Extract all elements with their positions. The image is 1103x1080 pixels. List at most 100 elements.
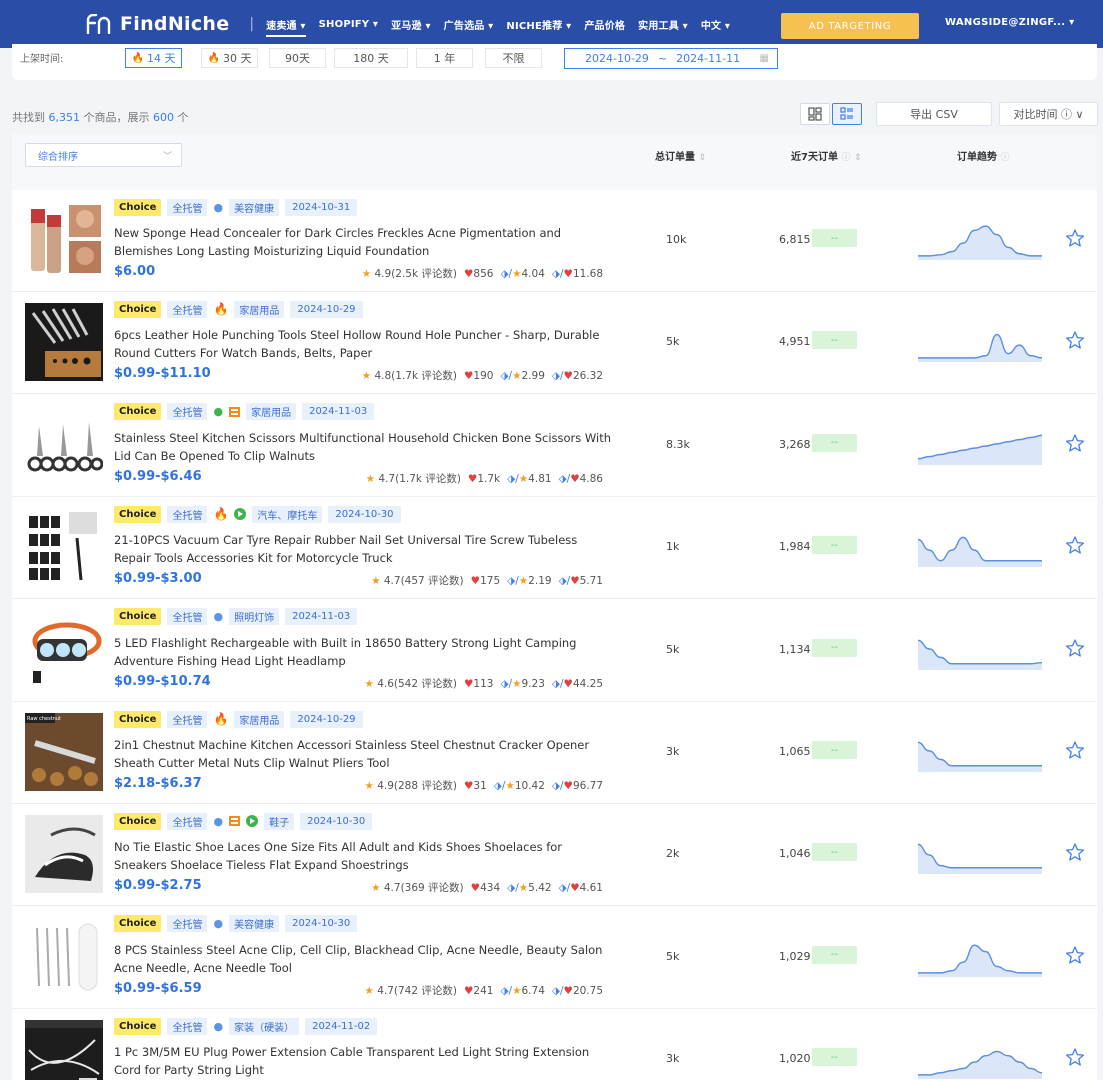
recent-orders-change: -- (812, 1048, 857, 1067)
favorite-star-icon[interactable] (1065, 535, 1085, 555)
nav-item[interactable]: 速卖通 ▾ (266, 17, 306, 37)
findniche-logo[interactable]: FindNiche (86, 13, 229, 35)
product-title[interactable]: Stainless Steel Kitchen Scissors Multifu… (114, 429, 612, 465)
date-range-picker[interactable]: 2024-10-29 ~ 2024-11-11 ▦ (564, 48, 778, 69)
time-filter-label: 1 年 (433, 52, 456, 65)
total-orders: 1k (666, 540, 680, 554)
nav-item[interactable]: 中文 ▾ (701, 17, 730, 32)
price-per-like: 20.75 (572, 984, 603, 997)
price-tag-icon: ⬗/ (558, 882, 571, 895)
chevron-down-icon: ﹀ (162, 152, 172, 162)
product-title[interactable]: 21-10PCS Vacuum Car Tyre Repair Rubber N… (114, 531, 612, 567)
compare-time-select[interactable]: 对比时间 ⓘ ∨ (999, 102, 1098, 126)
star-icon: ★ (518, 575, 529, 588)
favorite-star-icon[interactable] (1065, 842, 1085, 862)
nav-item[interactable]: SHOPIFY ▾ (319, 19, 379, 30)
product-thumbnail[interactable] (25, 508, 103, 587)
listing-date: 2024-10-29 (290, 710, 363, 728)
category-tag[interactable]: 家居用品 (246, 403, 297, 421)
choice-badge: Choice (114, 812, 162, 830)
category-tag[interactable]: 照明灯饰 (229, 608, 280, 626)
water-drop-icon: ● (213, 814, 224, 828)
category-tag[interactable]: 美容健康 (229, 915, 280, 933)
user-account-menu[interactable]: WANGSIDE@ZINGF... ▾ (945, 17, 1074, 28)
price-tag-icon: ⬗/ (551, 677, 564, 690)
time-filter-label: 30 天 (222, 52, 252, 65)
product-price: $0.99-$3.00 (114, 571, 202, 587)
product-thumbnail[interactable] (25, 201, 103, 279)
product-stats: ★ 4.6(542 评论数) ♥113 ⬗/★9.23 ⬗/♥44.25 (364, 676, 603, 691)
category-tag[interactable]: 鞋子 (264, 812, 295, 830)
product-title[interactable]: 6pcs Leather Hole Punching Tools Steel H… (114, 326, 612, 362)
star-icon: ★ (512, 677, 522, 690)
ad-targeting-button[interactable]: AD TARGETING (781, 13, 919, 39)
favorite-star-icon[interactable] (1065, 433, 1085, 453)
col-total-orders[interactable]: 总订单量 ⇕ (655, 148, 706, 163)
product-thumbnail[interactable] (25, 917, 103, 996)
favorite-star-icon[interactable] (1065, 638, 1085, 658)
managed-badge: 全托管 (167, 300, 208, 318)
product-tags: Choice 全托管 ● 家装（硬装） 2024-11-02 (114, 1017, 383, 1035)
heart-icon: ♥ (463, 268, 474, 280)
star-icon: ★ (512, 984, 522, 997)
price-per-star: 4.81 (528, 472, 552, 485)
product-title[interactable]: No Tie Elastic Shoe Laces One Size Fits … (114, 838, 612, 874)
favorite-star-icon[interactable] (1065, 740, 1085, 760)
date-separator: ~ (657, 52, 668, 65)
recent-orders-change: -- (812, 638, 857, 657)
time-filter-option[interactable]: 不限 (485, 48, 542, 68)
favorite-star-icon[interactable] (1065, 945, 1085, 965)
export-csv-button[interactable]: 导出 CSV (876, 102, 992, 126)
category-tag[interactable]: 家装（硬装） (229, 1017, 300, 1035)
grid-view-button[interactable] (800, 103, 830, 125)
category-tag[interactable]: 家居用品 (234, 300, 285, 318)
likes-count: 175 (480, 575, 501, 588)
favorite-star-icon[interactable] (1065, 330, 1085, 350)
nav-item[interactable]: NICHE推荐 ▾ (506, 17, 571, 32)
product-thumbnail[interactable] (25, 1020, 103, 1080)
category-tag[interactable]: 美容健康 (229, 198, 280, 216)
price-per-star: 2.19 (528, 575, 552, 588)
product-thumbnail[interactable] (25, 303, 103, 382)
nav-item[interactable]: 广告选品 ▾ (444, 17, 494, 32)
sort-select[interactable]: 综合排序 ﹀ (25, 143, 182, 167)
managed-badge: 全托管 (167, 608, 208, 626)
nav-item[interactable]: 亚马逊 ▾ (391, 17, 431, 32)
result-summary: 共找到 6,351 个商品，展示 600 个 (12, 109, 189, 125)
product-title[interactable]: 2in1 Chestnut Machine Kitchen Accessori … (114, 736, 612, 772)
product-title[interactable]: 1 Pc 3M/5M EU Plug Power Extension Cable… (114, 1043, 612, 1079)
nav-item[interactable]: 产品价格 (584, 17, 625, 32)
listing-date: 2024-10-29 (290, 300, 363, 318)
favorite-star-icon[interactable] (1065, 228, 1085, 248)
product-thumbnail[interactable] (25, 610, 103, 689)
product-title[interactable]: 8 PCS Stainless Steel Acne Clip, Cell Cl… (114, 941, 612, 977)
col-recent-orders[interactable]: 近7天订单 ⓘ ⇕ (791, 148, 862, 163)
time-filter-option[interactable]: 🔥 14 天 (125, 48, 182, 68)
time-filter-option[interactable]: 🔥 30 天 (201, 48, 258, 68)
fire-icon: 🔥 (213, 302, 229, 317)
favorite-star-icon[interactable] (1065, 1047, 1085, 1067)
rating-value: 4.7(369 评论数) (383, 882, 464, 895)
total-orders: 5k (666, 949, 680, 963)
product-thumbnail[interactable]: Raw chestnut (25, 713, 103, 791)
category-tag[interactable]: 家居用品 (234, 710, 285, 728)
price-per-like: 4.61 (579, 882, 603, 895)
product-title[interactable]: New Sponge Head Concealer for Dark Circl… (114, 224, 612, 260)
date-from: 2024-10-29 (585, 52, 649, 65)
price-tag-icon: ⬗/ (493, 780, 506, 792)
water-drop-icon: ● (213, 917, 224, 931)
category-tag[interactable]: 汽车、摩托车 (252, 505, 323, 523)
nav-item[interactable]: 实用工具 ▾ (638, 17, 688, 32)
product-row: Choice 全托管 🔥 家居用品 2024-10-29 6pcs Leather Hol… (12, 292, 1097, 395)
product-price: $6.00 (114, 264, 156, 279)
product-title[interactable]: 5 LED Flashlight Rechargeable with Built… (114, 634, 612, 670)
time-filter-option[interactable]: 90天 (269, 48, 326, 68)
time-filter-option[interactable]: 180 天 (334, 48, 408, 68)
recent-orders: 6,815 (779, 233, 811, 246)
choice-badge: Choice (114, 608, 162, 626)
time-filter-option[interactable]: 1 年 (416, 48, 473, 68)
list-view-button[interactable] (832, 103, 862, 125)
product-thumbnail[interactable] (25, 405, 103, 484)
half-star-icon: ★ (361, 268, 375, 280)
product-thumbnail[interactable] (25, 815, 103, 894)
